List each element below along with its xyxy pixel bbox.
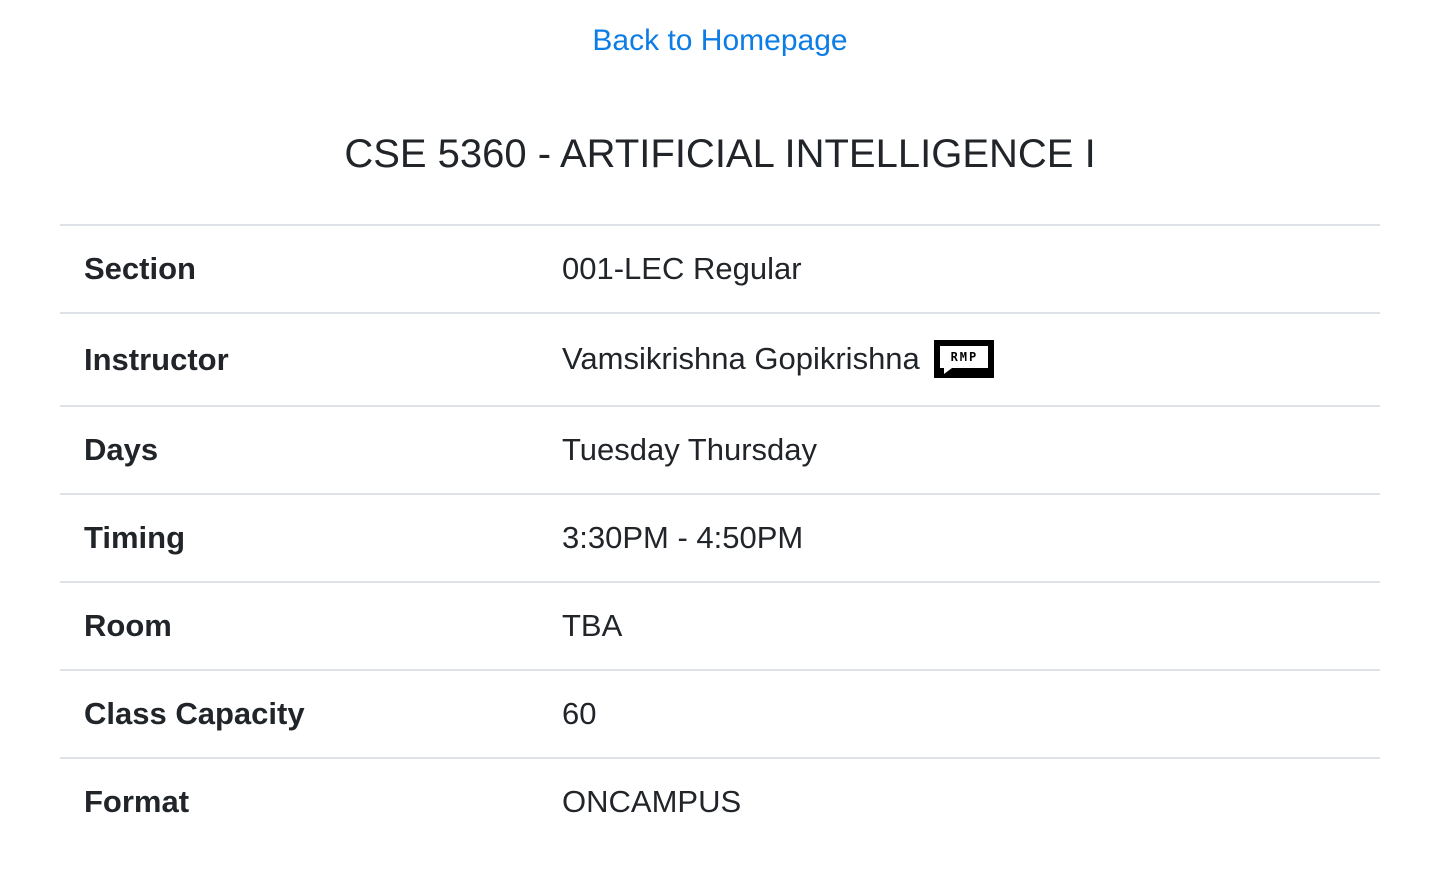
timing-value: 3:30PM - 4:50PM <box>562 520 804 555</box>
format-value: ONCAMPUS <box>562 784 742 819</box>
room-label: Room <box>84 608 172 643</box>
section-value: 001-LEC Regular <box>562 251 802 286</box>
days-label: Days <box>84 432 159 467</box>
course-details-table: Section 001-LEC Regular Instructor Vamsi… <box>60 224 1380 845</box>
instructor-cell: Vamsikrishna Gopikrishna RMP <box>538 313 1380 406</box>
table-row: Timing 3:30PM - 4:50PM <box>60 494 1380 582</box>
section-label: Section <box>84 251 196 286</box>
table-row: Section 001-LEC Regular <box>60 225 1380 313</box>
table-row: Format ONCAMPUS <box>60 758 1380 845</box>
class-capacity-label: Class Capacity <box>84 696 305 731</box>
rmp-icon[interactable]: RMP <box>934 339 995 378</box>
instructor-label: Instructor <box>84 341 229 377</box>
days-value: Tuesday Thursday <box>562 432 818 467</box>
speech-bubble-tail <box>944 367 953 374</box>
table-row: Days Tuesday Thursday <box>60 406 1380 494</box>
rmp-badge-label: RMP <box>940 345 989 368</box>
course-title: CSE 5360 - ARTIFICIAL INTELLIGENCE I <box>344 132 1096 176</box>
class-capacity-value: 60 <box>562 696 597 731</box>
back-to-homepage-link-wrapper: Back to Homepage <box>0 20 1440 62</box>
course-detail-page: Back to Homepage CSE 5360 - ARTIFICIAL I… <box>0 0 1440 876</box>
timing-label: Timing <box>84 520 186 555</box>
room-value: TBA <box>562 608 623 643</box>
table-row: Class Capacity 60 <box>60 670 1380 758</box>
back-to-homepage-link[interactable]: Back to Homepage <box>592 24 847 57</box>
table-row: Instructor Vamsikrishna Gopikrishna RMP <box>60 313 1380 406</box>
table-row: Room TBA <box>60 582 1380 670</box>
instructor-value: Vamsikrishna Gopikrishna <box>562 341 920 377</box>
format-label: Format <box>84 784 190 819</box>
